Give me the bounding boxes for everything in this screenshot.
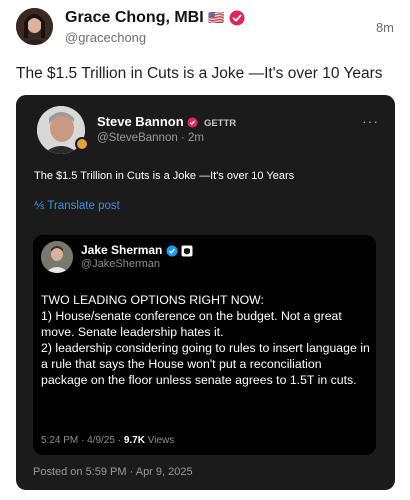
translate-post-link[interactable]: ⅍ Translate post [34, 200, 120, 212]
quoted-handle[interactable]: @JakeSherman [81, 258, 160, 270]
gettr-label: GETTR [203, 118, 237, 129]
quoted-post-meta: 5:24 PM · 4/9/25 · 9.7K Views [41, 435, 174, 446]
quoted-line-2: 1) House/senate conference on the budget… [41, 309, 342, 339]
card-handle-time[interactable]: @SteveBannon · 2m [97, 132, 204, 144]
more-options-button[interactable]: ··· [362, 113, 379, 129]
quoted-line-3: 2) leadership considering going to rules… [41, 341, 370, 387]
author-photo [16, 8, 53, 45]
posted-on-timestamp: Posted on 5:59 PM · Apr 9, 2025 [33, 466, 193, 478]
verified-check-icon [166, 245, 178, 257]
us-flag-icon: 🇺🇸 [208, 10, 225, 25]
quoted-avatar[interactable] [41, 241, 73, 273]
card-post-text: The $1.5 Trillion in Cuts is a Joke —It'… [34, 170, 295, 182]
embedded-post-card[interactable]: Steve Bannon GETTR @SteveBannon · 2m ···… [16, 95, 395, 490]
author-name-text[interactable]: Grace Chong, MBI [65, 9, 204, 26]
post-text: The $1.5 Trillion in Cuts is a Joke —It'… [16, 65, 383, 82]
badge-medal-icon [75, 137, 89, 151]
author-avatar[interactable] [16, 8, 53, 45]
quoted-post-text: TWO LEADING OPTIONS RIGHT NOW: 1) House/… [41, 292, 371, 388]
author-handle[interactable]: @gracechong [65, 30, 146, 45]
quoted-author-name-text[interactable]: Jake Sherman [81, 243, 162, 257]
author-name[interactable]: Grace Chong, MBI 🇺🇸 [65, 9, 245, 27]
card-author-name[interactable]: Steve Bannon GETTR [97, 114, 236, 129]
quoted-line-1: TWO LEADING OPTIONS RIGHT NOW: [41, 293, 264, 307]
quoted-author-name[interactable]: Jake Sherman [81, 243, 193, 257]
verified-flame-icon [187, 117, 198, 128]
affiliate-badge-icon [181, 245, 193, 257]
quoted-timestamp[interactable]: 5:24 PM · 4/9/25 · [41, 435, 124, 446]
verified-badge-icon [229, 10, 245, 26]
translate-label: Translate post [47, 200, 120, 212]
views-count: 9.7K [123, 435, 145, 446]
quoted-photo [41, 241, 73, 273]
post-time[interactable]: 8m [376, 20, 394, 35]
quoted-post-card[interactable]: Jake Sherman @JakeSherman TWO LEADING OP… [33, 235, 376, 455]
views-label: Views [144, 435, 175, 446]
translate-icon: ⅍ [34, 200, 45, 212]
card-author-name-text[interactable]: Steve Bannon [97, 114, 184, 129]
